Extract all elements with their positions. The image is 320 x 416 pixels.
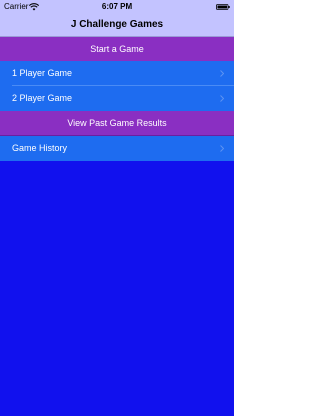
section-header-start-game: Start a Game (0, 37, 234, 62)
row-game-history[interactable]: Game History (0, 136, 234, 161)
row-2-player-game[interactable]: 2 Player Game (0, 86, 234, 111)
section-header-past-results: View Past Game Results (0, 111, 234, 136)
chevron-right-icon (220, 145, 224, 152)
status-time: 6:07 PM (101, 2, 133, 11)
nav-title: J Challenge Games (70, 19, 164, 30)
chevron-right-icon (220, 70, 224, 77)
row-label: Game History (12, 143, 68, 153)
battery-icon (216, 4, 230, 10)
navigation-bar: J Challenge Games (0, 14, 234, 37)
app-screen: Carrier 6:07 PM J Challenge Games Start … (0, 0, 234, 416)
row-label: 2 Player Game (12, 93, 73, 103)
row-label: 1 Player Game (12, 68, 73, 78)
status-bar: Carrier 6:07 PM (0, 0, 234, 14)
row-1-player-game[interactable]: 1 Player Game (0, 61, 234, 86)
chevron-right-icon (220, 95, 224, 102)
